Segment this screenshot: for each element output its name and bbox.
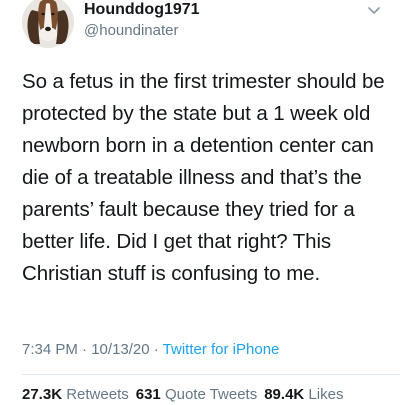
likes-label: Likes: [308, 386, 344, 403]
retweets-label: Retweets: [66, 386, 129, 403]
tweet-header: Hounddog1971 @houndinater: [22, 0, 382, 52]
author-names: Hounddog1971 @houndinater: [84, 0, 200, 42]
quote-tweets-label: Quote Tweets: [164, 386, 258, 403]
author-handle[interactable]: @houndinater: [84, 20, 200, 42]
chevron-down-icon[interactable]: [366, 2, 382, 18]
retweets-stat[interactable]: 27.3K Retweets: [22, 386, 129, 403]
display-name[interactable]: Hounddog1971: [84, 0, 200, 20]
avatar[interactable]: [22, 0, 74, 48]
quote-tweets-stat[interactable]: 631 Quote Tweets: [136, 386, 257, 403]
meta-separator: ·: [77, 341, 92, 358]
basset-hound-avatar-icon: [22, 0, 74, 48]
retweets-count: 27.3K: [22, 386, 63, 403]
likes-stat[interactable]: 89.4K Likes: [264, 386, 343, 403]
tweet-text: So a fetus in the first trimester should…: [22, 70, 385, 285]
tweet-date[interactable]: 10/13/20: [91, 341, 149, 358]
tweet-time[interactable]: 7:34 PM: [22, 341, 78, 358]
likes-count: 89.4K: [264, 386, 305, 403]
tweet-source-link[interactable]: Twitter for iPhone: [163, 341, 280, 358]
quote-tweets-count: 631: [135, 386, 161, 403]
tweet-stats: 27.3K Retweets 631 Quote Tweets 89.4K Like…: [22, 385, 350, 405]
tweet-card: Hounddog1971 @houndinater So a fetus in …: [0, 0, 400, 405]
meta-separator-2: ·: [149, 341, 163, 358]
divider: [22, 374, 400, 375]
tweet-meta: 7:34 PM · 10/13/20 · Twitter for iPhone: [22, 340, 279, 360]
